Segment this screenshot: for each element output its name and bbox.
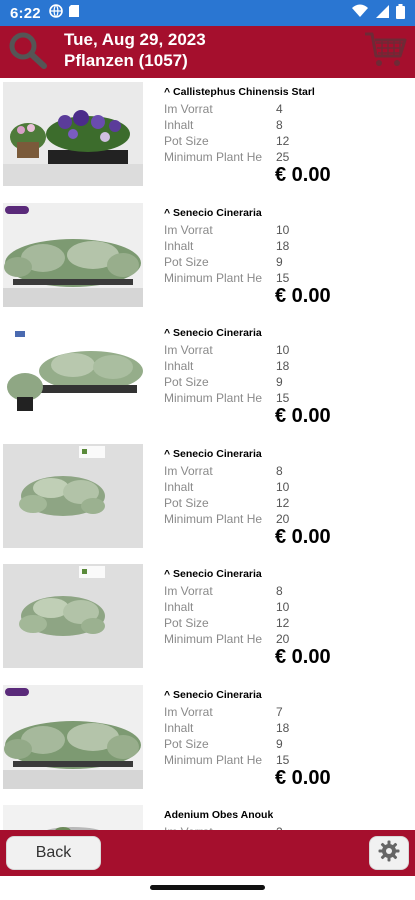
content-value: 8 [276,118,283,132]
stock-label: Im Vorrat [164,222,213,237]
product-price: € 0.00 [275,525,331,548]
min-height-label: Minimum Plant He [164,150,263,164]
min-height-label: Minimum Plant He [164,391,263,405]
pot-size-value: 9 [276,736,283,751]
product-item[interactable]: ^ Senecio Cineraria Im Vorrat 8 Inhalt 1… [0,440,415,561]
back-button[interactable]: Back [6,836,101,870]
signal-icon [375,4,389,22]
min-height-label: Minimum Plant He [164,632,263,646]
stock-label: Im Vorrat [164,584,213,598]
pot-size-value: 9 [276,254,283,269]
content-value: 10 [276,600,290,614]
bottom-toolbar: Back [0,830,415,876]
content-label: Inhalt [164,479,194,494]
product-price: € 0.00 [275,284,331,307]
status-bar: 6:22 [0,0,415,26]
stock-label: Im Vorrat [164,343,213,357]
product-item[interactable]: ^ Callistephus Chinensis Starl Im Vorrat… [0,78,415,199]
min-height-value: 25 [276,150,290,164]
min-height-label: Minimum Plant He [164,752,263,767]
content-label: Inhalt [164,720,194,735]
product-image [3,684,143,789]
stock-value: 8 [276,584,283,598]
header-date: Tue, Aug 29, 2023 [64,30,206,49]
product-title: ^ Senecio Cineraria [164,688,262,701]
battery-icon [396,3,405,23]
product-image [3,202,143,307]
stock-label: Im Vorrat [164,463,213,478]
content-value: 10 [276,479,290,494]
product-price: € 0.00 [275,164,331,186]
stock-label: Im Vorrat [164,102,213,116]
sd-card-icon [68,4,80,22]
product-price: € 0.00 [275,766,331,789]
min-height-value: 15 [276,270,290,285]
product-title: ^ Senecio Cineraria [164,447,262,460]
product-title: ^ Senecio Cineraria [164,206,262,219]
pot-size-value: 12 [276,495,290,510]
stock-value: 10 [276,222,290,237]
product-title: ^ Senecio Cineraria [164,568,262,580]
stock-label: Im Vorrat [164,704,213,719]
content-label: Inhalt [164,118,194,132]
content-value: 18 [276,238,290,253]
product-item[interactable]: ^ Senecio Cineraria Im Vorrat 10 Inhalt … [0,319,415,440]
product-image [3,805,143,830]
content-value: 18 [276,720,290,735]
product-image [3,564,143,668]
product-image [3,443,143,548]
min-height-value: 15 [276,752,290,767]
cart-button[interactable] [363,30,409,74]
product-list[interactable]: ^ Callistephus Chinensis Starl Im Vorrat… [0,78,415,830]
search-button[interactable] [6,32,50,72]
pot-size-label: Pot Size [164,616,209,630]
product-item[interactable]: ^ Senecio Cineraria Im Vorrat 10 Inhalt … [0,199,415,320]
product-price: € 0.00 [275,405,331,427]
product-title: ^ Senecio Cineraria [164,327,262,339]
pot-size-label: Pot Size [164,254,209,269]
pot-size-value: 12 [276,616,290,630]
content-label: Inhalt [164,238,194,253]
gear-icon [378,840,400,867]
stock-value: 8 [276,463,283,478]
home-gesture-handle[interactable] [150,885,265,890]
pot-size-label: Pot Size [164,134,209,148]
status-time: 6:22 [10,4,41,22]
pot-size-label: Pot Size [164,736,209,751]
min-height-label: Minimum Plant He [164,270,263,285]
settings-button[interactable] [369,836,409,870]
min-height-value: 15 [276,391,290,405]
product-item[interactable]: ^ Senecio Cineraria Im Vorrat 8 Inhalt 1… [0,560,415,681]
header-category-count: Pflanzen (1057) [64,51,188,70]
min-height-value: 20 [276,632,290,646]
stock-value: 10 [276,343,290,357]
globe-icon [49,4,63,22]
product-item[interactable]: ^ Senecio Cineraria Im Vorrat 7 Inhalt 1… [0,681,415,802]
content-label: Inhalt [164,359,194,373]
pot-size-label: Pot Size [164,375,209,389]
stock-value: 7 [276,704,283,719]
cart-icon [364,31,408,74]
content-label: Inhalt [164,600,194,614]
product-item[interactable]: Adenium Obes Anouk Im Vorrat 2 [0,801,415,830]
product-title: Adenium Obes Anouk [164,809,274,821]
min-height-label: Minimum Plant He [164,511,263,526]
system-navigation-bar [0,876,415,900]
content-value: 18 [276,359,290,373]
pot-size-value: 9 [276,375,283,389]
product-title: ^ Callistephus Chinensis Starl [164,86,315,98]
pot-size-label: Pot Size [164,495,209,510]
search-icon [8,31,48,74]
product-price: € 0.00 [275,646,331,668]
min-height-value: 20 [276,511,290,526]
pot-size-value: 12 [276,134,290,148]
product-image [3,82,143,186]
product-image [3,323,143,427]
wifi-icon [352,4,368,22]
stock-value: 4 [276,102,283,116]
app-header: Tue, Aug 29, 2023 Pflanzen (1057) [0,26,415,78]
